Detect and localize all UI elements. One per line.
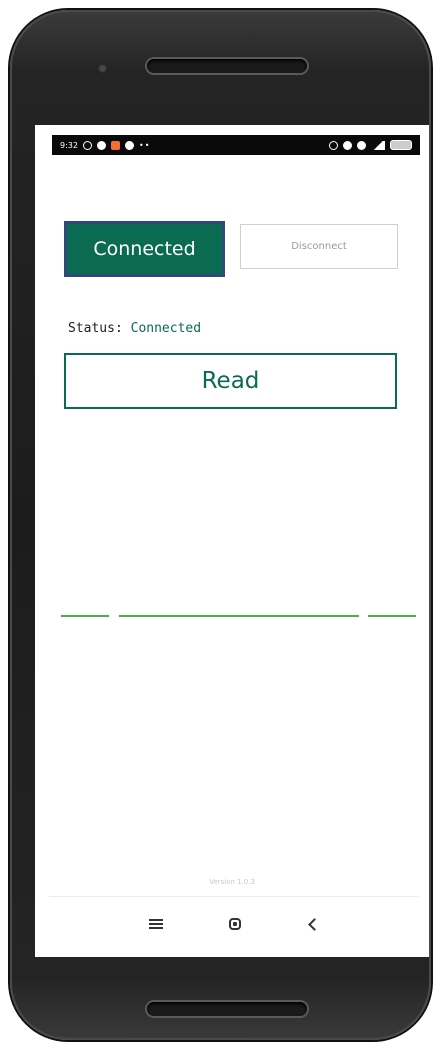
phone-frame: 9:32 •• Connected Disconnect Status: Con… — [10, 10, 431, 1040]
battery-icon — [390, 140, 412, 150]
connected-button[interactable]: Connected — [64, 221, 225, 277]
bluetooth-icon — [343, 140, 352, 150]
wifi-icon — [329, 140, 338, 150]
message-icon — [124, 140, 134, 150]
status-bar-right — [329, 140, 412, 150]
back-button[interactable] — [297, 909, 327, 939]
recent-apps-button[interactable] — [141, 909, 171, 939]
status-time: 9:32 — [60, 140, 78, 150]
divider-line-center — [119, 615, 359, 617]
status-label: Status: — [68, 321, 123, 336]
navigation-bar — [49, 896, 419, 957]
divider-line-right — [368, 615, 416, 617]
status-bar-left: 9:32 •• — [60, 140, 151, 150]
read-button[interactable]: Read — [64, 353, 397, 409]
bottom-speaker — [147, 1002, 307, 1016]
home-icon — [229, 918, 241, 930]
front-camera — [98, 64, 107, 73]
app-notification-icon — [110, 140, 120, 150]
alarm-icon — [82, 140, 92, 150]
app-screen: 9:32 •• Connected Disconnect Status: Con… — [35, 125, 429, 957]
status-value: Connected — [130, 321, 202, 336]
back-icon — [307, 917, 321, 931]
earpiece-speaker — [147, 59, 307, 73]
divider-line-left — [61, 615, 109, 617]
recent-apps-icon — [149, 919, 163, 929]
version-label: Version 1.0.3 — [209, 878, 255, 886]
more-notifications: •• — [138, 140, 151, 150]
status-bar: 9:32 •• — [52, 135, 420, 155]
signal-icon — [371, 140, 385, 150]
connection-status: Status: Connected — [68, 321, 201, 336]
home-button[interactable] — [220, 909, 250, 939]
nfc-icon — [357, 140, 366, 150]
settings-icon — [96, 140, 106, 150]
disconnect-button[interactable]: Disconnect — [240, 224, 398, 269]
